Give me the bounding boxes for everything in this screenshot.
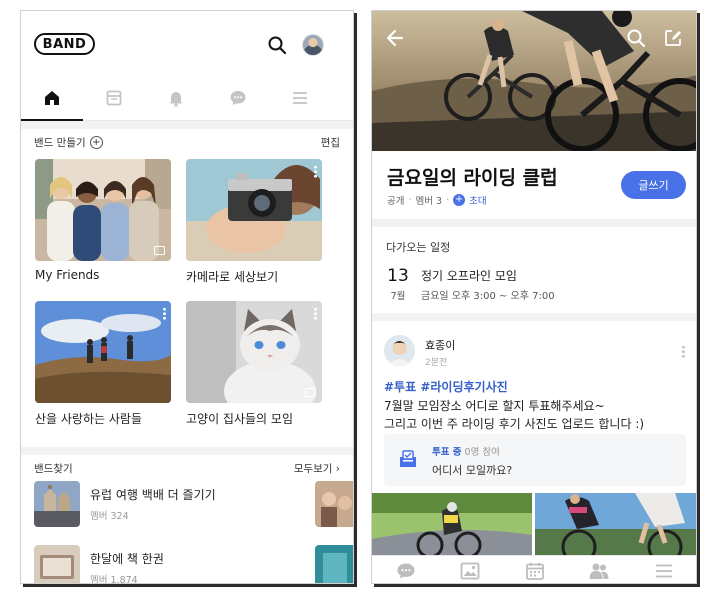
more-options-icon[interactable] [682,345,685,358]
nav-chat[interactable] [396,562,416,580]
nav-calendar[interactable] [525,562,545,580]
band-home-screen: BAND 밴드 만들기 + 편집 My Friends 카메라로 세상보기 산을… [20,10,354,584]
band-card-my-friends[interactable]: My Friends [35,159,171,282]
post-hashtags[interactable]: #투표 #라이딩후기사진 [384,378,508,395]
find-band-members: 멤버 324 [90,511,129,522]
band-logo[interactable]: BAND [34,33,95,55]
home-icon [45,91,59,105]
post-photo[interactable] [372,493,532,555]
find-band-item[interactable]: 유럽 여행 백배 더 즐기기 멤버 324 [34,481,304,527]
my-bands-header: 밴드 만들기 + 편집 [34,135,340,150]
find-bands-title: 밴드찾기 [34,463,73,475]
photo-badge-icon [154,246,165,255]
post-author[interactable]: 효종이 [425,337,455,353]
edit-button[interactable]: 편집 [321,135,340,150]
invite-button[interactable]: + 초대 [453,193,487,207]
members-icon [589,563,609,579]
band-title: 금요일의 라이딩 클럽 [387,167,558,189]
find-band-members: 멤버 1,874 [90,575,138,584]
plus-circle-icon: + [453,194,466,206]
photo-badge-icon [305,388,316,397]
nav-photos[interactable] [460,562,480,580]
band-detail-screen: 금요일의 라이딩 클럽 공개 · 멤버 3 · + 초대 글쓰기 다가오는 일정… [371,10,697,584]
author-avatar[interactable] [384,335,415,366]
tab-menu[interactable] [269,75,331,121]
poll-status: 투표 중 0명 참여 [432,444,500,458]
band-member-count[interactable]: 멤버 3 [416,193,443,207]
main-tab-bar [21,75,353,122]
band-card-cat[interactable]: 고양이 집사들의 모임 [186,301,322,427]
band-cover-image [186,159,322,261]
band-name: 고양이 집사들의 모임 [186,412,293,426]
poll-participants: 0명 참여 [464,447,500,458]
menu-icon [656,564,672,578]
bell-icon [169,92,183,107]
upcoming-schedule-header: 다가오는 일정 [386,241,451,254]
create-band-label: 밴드 만들기 [34,137,86,149]
more-options-icon[interactable] [314,165,317,178]
chat-icon [230,91,246,105]
post-body-line: 그리고 이번 주 라이딩 후기 사진도 업로드 합니다 :) [384,417,645,431]
band-bottom-nav [372,555,696,583]
recommended-peek-image[interactable] [315,481,353,527]
back-arrow-icon[interactable] [385,28,405,48]
post-photo[interactable] [535,493,696,555]
section-divider [21,447,353,455]
plus-circle-icon: + [89,136,103,149]
more-options-icon[interactable] [314,307,317,320]
event-time: 금요일 오후 3:00 ~ 오후 7:00 [421,291,555,302]
page-icon [106,90,122,106]
tab-page[interactable] [83,75,145,121]
event-month: 7월 [390,291,406,302]
create-band-button[interactable]: 밴드 만들기 + [34,135,103,150]
see-all-link[interactable]: 모두보기 › [294,461,340,476]
invite-label: 초대 [469,196,487,207]
post-body-line: 7월말 모임장소 어디로 할지 투표해주세요~ [384,399,605,413]
band-card-camera[interactable]: 카메라로 세상보기 [186,159,322,285]
band-name: 산을 사랑하는 사람들 [35,412,142,426]
band-meta: 공개 · 멤버 3 · + 초대 [387,193,487,207]
band-card-hiking[interactable]: 산을 사랑하는 사람들 [35,301,171,427]
section-divider [372,313,696,321]
write-post-button[interactable]: 글쓰기 [621,171,686,199]
band-name: My Friends [35,268,100,282]
find-bands-header: 밴드찾기 모두보기 › [34,461,340,476]
band-thumbnail [34,545,80,583]
more-options-icon[interactable] [163,307,166,320]
search-icon[interactable] [267,35,287,55]
band-cover-image [35,159,171,261]
post-time: 2분전 [425,358,448,368]
compose-icon[interactable] [663,28,683,48]
chat-icon [397,563,415,579]
search-icon[interactable] [626,28,646,48]
poll-attachment[interactable]: 투표 중 0명 참여 어디서 모일까요? [384,434,686,486]
tab-chat[interactable] [207,75,269,121]
photo-icon [460,562,480,580]
find-band-title: 유럽 여행 백배 더 즐기기 [90,488,216,502]
event-day: 13 [387,266,409,286]
find-band-title: 한달에 책 한권 [90,552,164,566]
poll-question: 어디서 모일까요? [432,464,513,477]
band-thumbnail [34,481,80,527]
tab-notifications[interactable] [145,75,207,121]
event-title: 정기 오프라인 모임 [421,269,517,283]
profile-avatar[interactable] [302,34,324,56]
section-divider [21,121,353,129]
menu-icon [293,92,307,104]
recommended-peek-image[interactable] [315,545,353,583]
band-visibility: 공개 [387,196,405,207]
band-cover-image [35,301,171,403]
band-cover-image [186,301,322,403]
home-top-bar: BAND [21,11,353,75]
find-band-item[interactable]: 한달에 책 한권 멤버 1,874 [34,545,304,584]
band-name: 카메라로 세상보기 [186,270,279,284]
calendar-icon [526,562,544,580]
tab-home[interactable] [21,75,83,122]
nav-members[interactable] [589,562,609,580]
poll-state: 투표 중 [432,447,462,458]
section-divider [372,219,696,227]
ballot-box-icon [400,450,416,467]
band-cover-photo [372,11,696,151]
nav-menu[interactable] [654,562,674,580]
